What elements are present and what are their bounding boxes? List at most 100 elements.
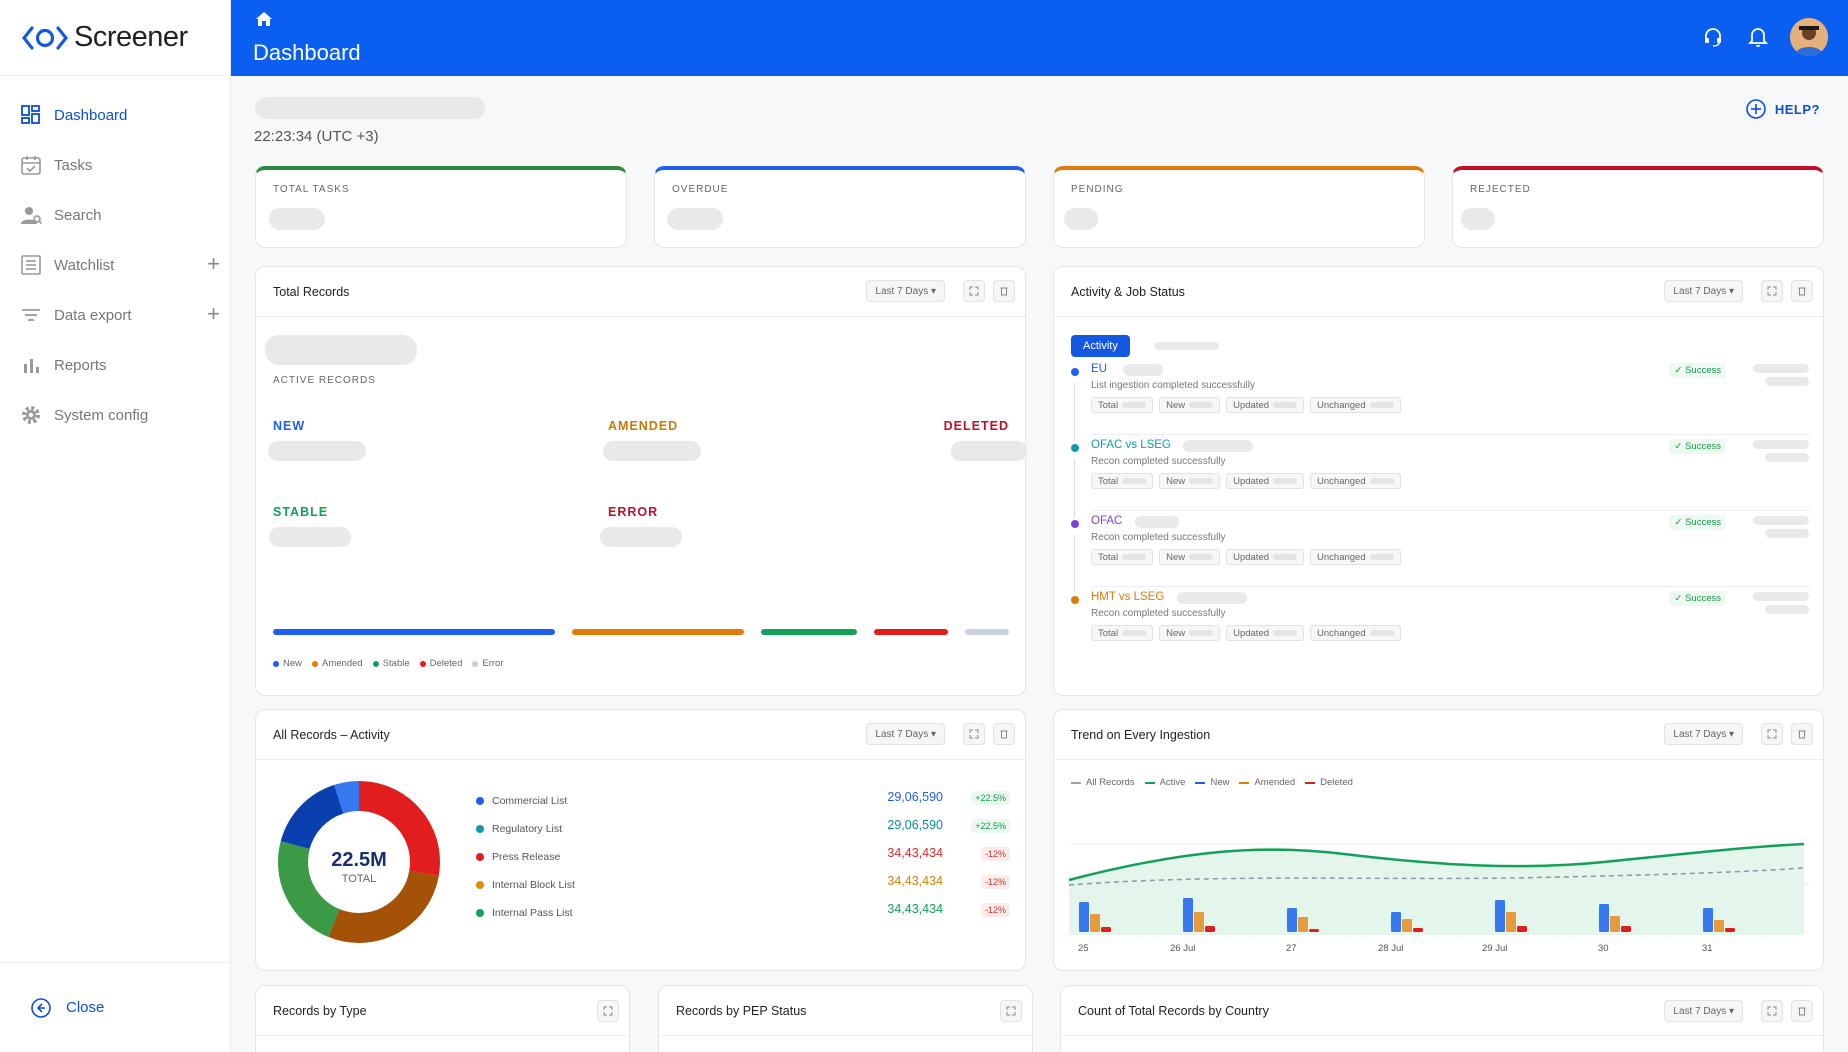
tab-skeleton[interactable] [1155, 342, 1219, 350]
job-name[interactable]: OFAC [1091, 515, 1122, 527]
x-axis-label: 30 [1598, 943, 1609, 954]
record-list-label: Press Release [476, 851, 560, 863]
trend-bar [1183, 898, 1193, 932]
job-separator [1091, 434, 1811, 435]
sidebar-item-tasks[interactable]: Tasks [0, 140, 230, 190]
job-message: Recon completed successfully [1091, 532, 1226, 543]
job-time-skeleton [1765, 453, 1809, 462]
record-list-change: -12% [980, 875, 1010, 889]
job-chip: Unchanged [1310, 549, 1401, 565]
record-list-value: 34,43,434 [887, 902, 943, 916]
job-chip: New [1159, 549, 1221, 565]
card-header: Total Records Last 7 Days ▾ [256, 267, 1025, 317]
card-title: Records by PEP Status [676, 1003, 807, 1018]
card-controls [589, 1000, 619, 1022]
calendar-icon [21, 156, 41, 175]
job-status-dot [1071, 444, 1079, 452]
x-axis-label: 31 [1702, 943, 1713, 954]
job-chip: Total [1091, 473, 1154, 489]
card-header: Activity & Job Status Last 7 Days ▾ [1054, 267, 1823, 317]
expand-icon[interactable] [1761, 1000, 1783, 1022]
kpi-total-tasks[interactable]: TOTAL TASKS [255, 166, 627, 248]
job-item[interactable]: OFAC Recon completed successfully Total N… [1071, 515, 1811, 593]
trash-icon[interactable] [1791, 280, 1813, 302]
user-avatar[interactable] [1790, 18, 1828, 56]
trend-bar [1506, 912, 1516, 932]
expand-icon[interactable] [963, 723, 985, 745]
card-header: Count of Total Records by Country Last 7… [1061, 986, 1823, 1036]
kpi-value-skeleton [1461, 208, 1495, 230]
job-item[interactable]: OFAC vs LSEG Recon completed successfull… [1071, 439, 1811, 517]
records-legend: New Amended Stable Deleted Error [273, 658, 514, 669]
expand-icon[interactable] [963, 280, 985, 302]
records-by-country-card: Count of Total Records by Country Last 7… [1060, 985, 1824, 1052]
card-title: Activity & Job Status [1071, 284, 1185, 299]
job-name[interactable]: EU [1091, 363, 1107, 375]
add-watchlist-plus-icon[interactable]: + [207, 253, 220, 275]
trash-icon[interactable] [993, 723, 1015, 745]
job-name[interactable]: HMT vs LSEG [1091, 591, 1164, 603]
job-chip: Unchanged [1310, 625, 1401, 641]
avatar-image [1790, 18, 1828, 56]
date-range-dropdown[interactable]: Last 7 Days ▾ [866, 723, 945, 745]
expand-icon[interactable] [1761, 280, 1783, 302]
trash-icon[interactable] [1791, 1000, 1813, 1022]
date-range-dropdown[interactable]: Last 7 Days ▾ [1664, 723, 1743, 745]
sidebar-item-reports[interactable]: Reports [0, 340, 230, 390]
add-export-plus-icon[interactable]: + [207, 303, 220, 325]
kpi-pending[interactable]: PENDING [1053, 166, 1425, 248]
record-list-change: -12% [980, 847, 1010, 861]
job-name[interactable]: OFAC vs LSEG [1091, 439, 1171, 451]
deleted-value-skeleton [951, 441, 1027, 461]
job-chips: Total New Updated Unchanged [1091, 625, 1407, 641]
job-separator [1091, 586, 1811, 587]
bell-icon[interactable] [1748, 26, 1768, 48]
tab-activity[interactable]: Activity [1071, 335, 1130, 357]
list-icon [21, 255, 41, 275]
trend-bar [1517, 926, 1527, 932]
trash-icon[interactable] [1791, 723, 1813, 745]
help-label: HELP? [1774, 101, 1820, 117]
date-range-dropdown[interactable]: Last 7 Days ▾ [1664, 1000, 1743, 1022]
trend-bar [1194, 912, 1204, 932]
sidebar-item-dashboard[interactable]: Dashboard [0, 90, 230, 140]
date-range-dropdown[interactable]: Last 7 Days ▾ [1664, 280, 1743, 302]
trash-icon[interactable] [993, 280, 1015, 302]
arrow-left-circle-icon [31, 997, 51, 1018]
kpi-rejected[interactable]: REJECTED [1452, 166, 1824, 248]
kpi-label: PENDING [1071, 184, 1124, 195]
card-title: Total Records [273, 284, 350, 299]
date-range-dropdown[interactable]: Last 7 Days ▾ [866, 280, 945, 302]
expand-icon[interactable] [597, 1000, 619, 1022]
expand-icon[interactable] [1761, 723, 1783, 745]
help-button[interactable]: HELP? [1745, 98, 1820, 120]
job-chip: Unchanged [1310, 397, 1401, 413]
job-item[interactable]: EU List ingestion completed successfully… [1071, 363, 1811, 441]
sidebar-item-watchlist[interactable]: Watchlist + [0, 240, 230, 290]
job-chips: Total New Updated Unchanged [1091, 473, 1407, 489]
x-axis-label: 25 [1078, 943, 1089, 954]
card-controls [992, 1000, 1022, 1022]
stable-value-skeleton [269, 527, 351, 547]
card-header: Records by Type [256, 986, 629, 1036]
trend-ingestion-card: Trend on Every Ingestion Last 7 Days ▾ A… [1053, 709, 1824, 971]
job-message: Recon completed successfully [1091, 608, 1226, 619]
kpi-overdue[interactable]: OVERDUE [654, 166, 1026, 248]
home-icon[interactable] [255, 11, 273, 27]
legend-new: New [273, 658, 302, 669]
expand-icon[interactable] [1000, 1000, 1022, 1022]
close-sidebar-button[interactable]: Close [0, 962, 230, 1052]
support-headset-icon[interactable] [1702, 26, 1724, 48]
activity-job-status-card: Activity & Job Status Last 7 Days ▾ Acti… [1053, 266, 1824, 696]
gear-icon [22, 406, 40, 424]
job-item[interactable]: HMT vs LSEG Recon completed successfully… [1071, 591, 1811, 667]
app-logo[interactable]: Screener [0, 0, 230, 76]
sidebar-item-system-config[interactable]: System config [0, 390, 230, 440]
job-status-dot [1071, 368, 1079, 376]
bar-error [965, 629, 1009, 635]
sidebar-item-search[interactable]: Search [0, 190, 230, 240]
sidebar-item-data-export[interactable]: Data export + [0, 290, 230, 340]
job-chip: New [1159, 397, 1221, 413]
sidebar-item-label: System config [54, 406, 149, 424]
record-list-change: -12% [980, 903, 1010, 917]
